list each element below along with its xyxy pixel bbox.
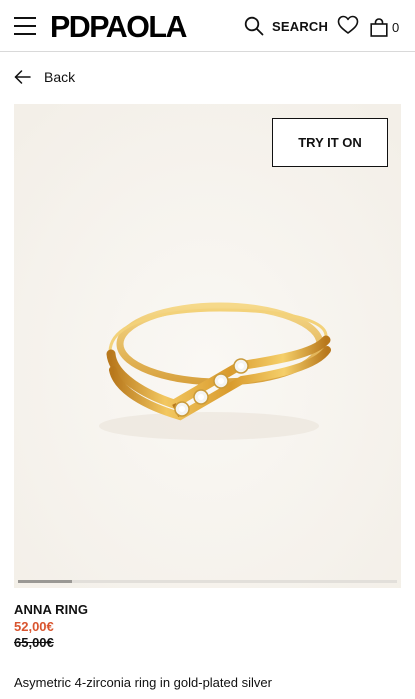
original-price: 65,00€ — [14, 635, 54, 650]
product-name: ANNA RING — [14, 602, 89, 617]
heart-icon — [337, 15, 359, 34]
back-link[interactable]: Back — [14, 67, 75, 87]
cart-count-badge: 0 — [392, 20, 400, 35]
hamburger-menu-icon[interactable] — [14, 17, 36, 35]
product-description: Asymetric 4-zirconia ring in gold-plated… — [14, 675, 272, 690]
wishlist-button[interactable] — [337, 15, 359, 35]
product-image-gallery[interactable]: TRY IT ON — [14, 104, 401, 588]
search-icon — [244, 16, 264, 36]
search-button[interactable]: SEARCH — [244, 14, 328, 38]
product-image — [14, 104, 401, 588]
shopping-bag-icon — [370, 18, 388, 37]
sale-price: 52,00€ — [14, 619, 54, 634]
back-label: Back — [44, 69, 76, 85]
gallery-scroll-thumb[interactable] — [18, 580, 72, 583]
try-it-on-button[interactable]: TRY IT ON — [272, 118, 388, 167]
arrow-left-icon — [14, 70, 31, 84]
top-header: PDPAOLA SEARCH 0 — [0, 0, 415, 52]
cart-button[interactable]: 0 — [370, 15, 399, 37]
brand-logo[interactable]: PDPAOLA — [50, 10, 187, 44]
search-label: SEARCH — [272, 18, 329, 34]
gallery-scrollbar[interactable] — [18, 580, 397, 583]
